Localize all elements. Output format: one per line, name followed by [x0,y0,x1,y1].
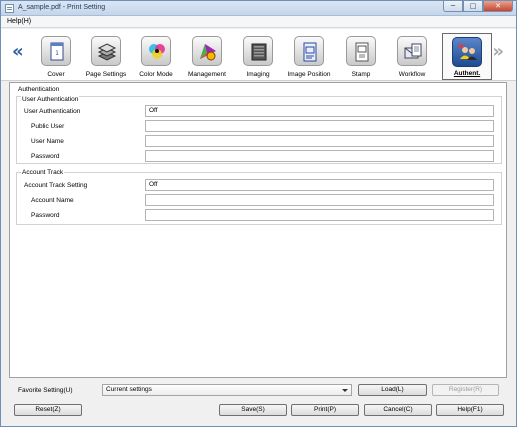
tab-imaging[interactable]: Imaging [233,33,283,80]
tab-stamp[interactable]: Stamp [336,33,386,80]
favorite-setting-dropdown[interactable]: Current settings [102,384,352,396]
load-button[interactable]: Load(L) [358,384,427,396]
account-password-label: Password [31,212,60,219]
favorite-setting-value: Current settings [106,386,152,393]
cover-icon: 1 [41,36,71,66]
chevron-down-icon [342,389,348,392]
minimize-button[interactable]: ─ [443,1,463,12]
account-name-field[interactable] [145,194,494,206]
public-user-field[interactable] [145,120,494,132]
tab-label: Authent. [453,70,481,77]
account-name-label: Account Name [31,197,74,204]
page-settings-icon [91,36,121,66]
workflow-icon [397,36,427,66]
management-icon [192,36,222,66]
print-setting-window: A_sample.pdf - Print Setting ─ □ ✕ Help(… [0,0,517,427]
cancel-button[interactable]: Cancel(C) [364,404,432,416]
help-button[interactable]: Help(F1) [436,404,504,416]
user-authentication-label: User Authentication [24,108,81,115]
account-password-field[interactable] [145,209,494,221]
scroll-left-icon[interactable]: « [12,41,24,62]
tab-label: Workflow [398,71,426,78]
tab-color-mode[interactable]: Color Mode [131,33,181,80]
user-password-field[interactable] [145,150,494,162]
tab-cover[interactable]: 1 Cover [31,33,81,80]
menu-help[interactable]: Help(H) [7,18,31,25]
document-icon [5,4,14,13]
window-title: A_sample.pdf - Print Setting [18,4,106,11]
password-label: Password [31,153,60,160]
maximize-button[interactable]: □ [463,1,483,12]
group-title-user-authentication: User Authentication [21,96,80,103]
image-position-icon [294,36,324,66]
svg-text:1: 1 [55,50,59,57]
public-user-label: Public User [31,123,65,130]
tab-workflow[interactable]: Workflow [387,33,437,80]
user-authentication-select[interactable]: Off [145,105,494,117]
print-button[interactable]: Print(P) [291,404,359,416]
authentication-icon [452,37,482,67]
tab-authentication[interactable]: Authent. [442,33,492,80]
section-title-authentication: Authentication [18,86,60,93]
authentication-panel: Authentication User Authentication User … [9,82,507,378]
imaging-icon [243,36,273,66]
register-button[interactable]: Register(R) [432,384,499,396]
user-name-field[interactable] [145,135,494,147]
account-track-setting-select[interactable]: Off [145,179,494,191]
group-title-account-track: Account Track [21,169,65,176]
category-toolbar: « 1 Cover Page Settings Color Mode Manag… [1,29,516,81]
window-controls: ─ □ ✕ [443,1,513,13]
title-bar: A_sample.pdf - Print Setting ─ □ ✕ [1,1,516,16]
stamp-icon [346,36,376,66]
menu-bar: Help(H) [1,16,516,28]
user-name-label: User Name [31,138,64,145]
reset-button[interactable]: Reset(Z) [14,404,82,416]
account-track-setting-label: Account Track Setting [24,182,88,189]
tab-management[interactable]: Management [182,33,232,80]
save-button[interactable]: Save(S) [219,404,287,416]
footer-bar: Favorite Setting(U) Current settings Loa… [1,381,516,427]
close-button[interactable]: ✕ [483,1,513,12]
scroll-right-icon[interactable]: » [492,41,504,62]
color-mode-icon [141,36,171,66]
tab-image-position[interactable]: Image Position [284,33,334,80]
favorite-setting-label: Favorite Setting(U) [18,387,73,394]
tab-page-settings[interactable]: Page Settings [81,33,131,80]
